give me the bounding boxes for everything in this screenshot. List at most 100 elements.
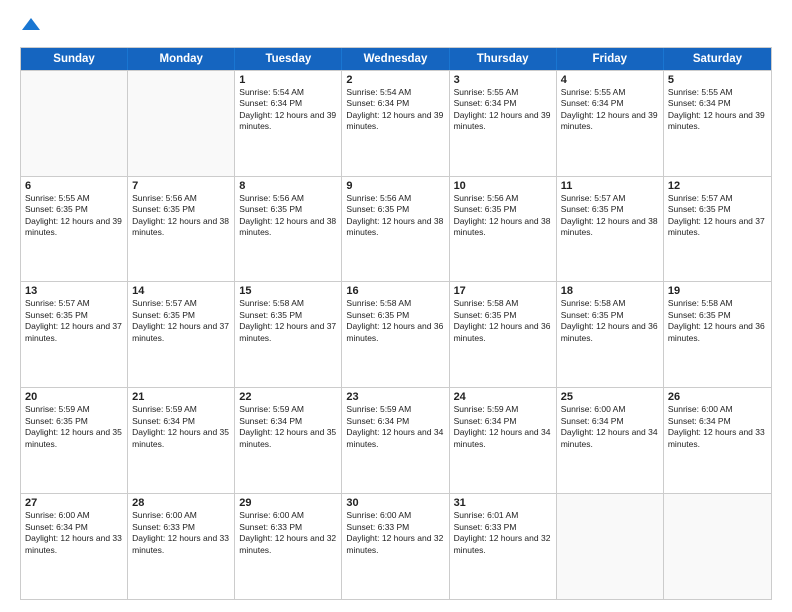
day-cell-12: 12Sunrise: 5:57 AM Sunset: 6:35 PM Dayli… — [664, 177, 771, 282]
day-cell-28: 28Sunrise: 6:00 AM Sunset: 6:33 PM Dayli… — [128, 494, 235, 599]
cell-info: Sunrise: 5:58 AM Sunset: 6:35 PM Dayligh… — [561, 298, 659, 344]
cell-info: Sunrise: 5:56 AM Sunset: 6:35 PM Dayligh… — [346, 193, 444, 239]
day-cell-8: 8Sunrise: 5:56 AM Sunset: 6:35 PM Daylig… — [235, 177, 342, 282]
day-cell-23: 23Sunrise: 5:59 AM Sunset: 6:34 PM Dayli… — [342, 388, 449, 493]
cell-info: Sunrise: 5:55 AM Sunset: 6:34 PM Dayligh… — [668, 87, 767, 133]
cell-info: Sunrise: 5:57 AM Sunset: 6:35 PM Dayligh… — [25, 298, 123, 344]
cell-info: Sunrise: 5:56 AM Sunset: 6:35 PM Dayligh… — [454, 193, 552, 239]
day-cell-20: 20Sunrise: 5:59 AM Sunset: 6:35 PM Dayli… — [21, 388, 128, 493]
day-number: 11 — [561, 180, 659, 192]
calendar-body: 1 Sunrise: 5:54 AM Sunset: 6:34 PM Daylig… — [21, 70, 771, 599]
day-number: 13 — [25, 285, 123, 297]
day-cell-7: 7Sunrise: 5:56 AM Sunset: 6:35 PM Daylig… — [128, 177, 235, 282]
day-header-friday: Friday — [557, 48, 664, 70]
day-cell-30: 30Sunrise: 6:00 AM Sunset: 6:33 PM Dayli… — [342, 494, 449, 599]
day-number: 4 — [561, 74, 659, 86]
empty-cell — [557, 494, 664, 599]
cell-info: Sunrise: 5:59 AM Sunset: 6:34 PM Dayligh… — [132, 404, 230, 450]
day-number: 26 — [668, 391, 767, 403]
day-cell-21: 21Sunrise: 5:59 AM Sunset: 6:34 PM Dayli… — [128, 388, 235, 493]
cell-info: Sunrise: 5:55 AM Sunset: 6:34 PM Dayligh… — [454, 87, 552, 133]
cell-info: Sunrise: 5:56 AM Sunset: 6:35 PM Dayligh… — [132, 193, 230, 239]
day-number: 17 — [454, 285, 552, 297]
cell-info: Sunrise: 6:00 AM Sunset: 6:33 PM Dayligh… — [346, 510, 444, 556]
day-number: 9 — [346, 180, 444, 192]
day-cell-24: 24Sunrise: 5:59 AM Sunset: 6:34 PM Dayli… — [450, 388, 557, 493]
day-number: 15 — [239, 285, 337, 297]
day-cell-27: 27Sunrise: 6:00 AM Sunset: 6:34 PM Dayli… — [21, 494, 128, 599]
day-number: 3 — [454, 74, 552, 86]
cell-info: Sunrise: 5:59 AM Sunset: 6:34 PM Dayligh… — [454, 404, 552, 450]
day-cell-22: 22Sunrise: 5:59 AM Sunset: 6:34 PM Dayli… — [235, 388, 342, 493]
cell-info: Sunrise: 5:54 AM Sunset: 6:34 PM Dayligh… — [346, 87, 444, 133]
day-header-wednesday: Wednesday — [342, 48, 449, 70]
day-number: 5 — [668, 74, 767, 86]
cell-info: Sunrise: 6:00 AM Sunset: 6:34 PM Dayligh… — [561, 404, 659, 450]
cell-info: Sunrise: 5:57 AM Sunset: 6:35 PM Dayligh… — [132, 298, 230, 344]
calendar-row-1: 1 Sunrise: 5:54 AM Sunset: 6:34 PM Daylig… — [21, 70, 771, 176]
calendar-row-4: 20Sunrise: 5:59 AM Sunset: 6:35 PM Dayli… — [21, 387, 771, 493]
cell-info: Sunrise: 5:59 AM Sunset: 6:34 PM Dayligh… — [346, 404, 444, 450]
day-number: 22 — [239, 391, 337, 403]
cell-info: Sunrise: 5:59 AM Sunset: 6:34 PM Dayligh… — [239, 404, 337, 450]
day-cell-3: 3Sunrise: 5:55 AM Sunset: 6:34 PM Daylig… — [450, 71, 557, 176]
day-cell-6: 6Sunrise: 5:55 AM Sunset: 6:35 PM Daylig… — [21, 177, 128, 282]
cell-info: Sunrise: 5:59 AM Sunset: 6:35 PM Dayligh… — [25, 404, 123, 450]
day-cell-29: 29Sunrise: 6:00 AM Sunset: 6:33 PM Dayli… — [235, 494, 342, 599]
cell-info: Sunrise: 5:58 AM Sunset: 6:35 PM Dayligh… — [346, 298, 444, 344]
day-number: 18 — [561, 285, 659, 297]
empty-cell — [664, 494, 771, 599]
day-cell-9: 9Sunrise: 5:56 AM Sunset: 6:35 PM Daylig… — [342, 177, 449, 282]
calendar-header: SundayMondayTuesdayWednesdayThursdayFrid… — [21, 48, 771, 70]
day-number: 29 — [239, 497, 337, 509]
day-cell-25: 25Sunrise: 6:00 AM Sunset: 6:34 PM Dayli… — [557, 388, 664, 493]
day-cell-5: 5Sunrise: 5:55 AM Sunset: 6:34 PM Daylig… — [664, 71, 771, 176]
header — [20, 16, 772, 39]
day-number: 16 — [346, 285, 444, 297]
day-number: 23 — [346, 391, 444, 403]
day-number: 10 — [454, 180, 552, 192]
day-cell-16: 16Sunrise: 5:58 AM Sunset: 6:35 PM Dayli… — [342, 282, 449, 387]
day-cell-19: 19Sunrise: 5:58 AM Sunset: 6:35 PM Dayli… — [664, 282, 771, 387]
day-header-sunday: Sunday — [21, 48, 128, 70]
day-cell-11: 11Sunrise: 5:57 AM Sunset: 6:35 PM Dayli… — [557, 177, 664, 282]
day-number: 25 — [561, 391, 659, 403]
cell-info: Sunrise: 5:58 AM Sunset: 6:35 PM Dayligh… — [239, 298, 337, 344]
cell-info: Sunrise: 5:55 AM Sunset: 6:34 PM Dayligh… — [561, 87, 659, 133]
cell-info: Sunrise: 5:55 AM Sunset: 6:35 PM Dayligh… — [25, 193, 123, 239]
day-number: 19 — [668, 285, 767, 297]
cell-info: Sunrise: 5:57 AM Sunset: 6:35 PM Dayligh… — [561, 193, 659, 239]
cell-info: Sunrise: 5:58 AM Sunset: 6:35 PM Dayligh… — [454, 298, 552, 344]
day-number: 28 — [132, 497, 230, 509]
day-header-monday: Monday — [128, 48, 235, 70]
day-number: 7 — [132, 180, 230, 192]
day-cell-17: 17Sunrise: 5:58 AM Sunset: 6:35 PM Dayli… — [450, 282, 557, 387]
day-number: 14 — [132, 285, 230, 297]
calendar: SundayMondayTuesdayWednesdayThursdayFrid… — [20, 47, 772, 600]
day-cell-31: 31Sunrise: 6:01 AM Sunset: 6:33 PM Dayli… — [450, 494, 557, 599]
calendar-row-3: 13Sunrise: 5:57 AM Sunset: 6:35 PM Dayli… — [21, 281, 771, 387]
day-number: 20 — [25, 391, 123, 403]
cell-info: Sunrise: 5:57 AM Sunset: 6:35 PM Dayligh… — [668, 193, 767, 239]
day-number: 8 — [239, 180, 337, 192]
calendar-row-2: 6Sunrise: 5:55 AM Sunset: 6:35 PM Daylig… — [21, 176, 771, 282]
logo-icon — [22, 16, 40, 34]
logo — [20, 16, 40, 39]
day-header-tuesday: Tuesday — [235, 48, 342, 70]
day-cell-10: 10Sunrise: 5:56 AM Sunset: 6:35 PM Dayli… — [450, 177, 557, 282]
day-cell-4: 4Sunrise: 5:55 AM Sunset: 6:34 PM Daylig… — [557, 71, 664, 176]
day-number: 31 — [454, 497, 552, 509]
day-cell-18: 18Sunrise: 5:58 AM Sunset: 6:35 PM Dayli… — [557, 282, 664, 387]
day-number: 1 — [239, 74, 337, 86]
cell-info: Sunrise: 6:00 AM Sunset: 6:33 PM Dayligh… — [132, 510, 230, 556]
day-cell-13: 13Sunrise: 5:57 AM Sunset: 6:35 PM Dayli… — [21, 282, 128, 387]
day-number: 6 — [25, 180, 123, 192]
day-header-saturday: Saturday — [664, 48, 771, 70]
day-number: 12 — [668, 180, 767, 192]
day-cell-2: 2Sunrise: 5:54 AM Sunset: 6:34 PM Daylig… — [342, 71, 449, 176]
cell-info: Sunrise: 5:58 AM Sunset: 6:35 PM Dayligh… — [668, 298, 767, 344]
day-header-thursday: Thursday — [450, 48, 557, 70]
cell-info: Sunrise: 6:01 AM Sunset: 6:33 PM Dayligh… — [454, 510, 552, 556]
cell-info: Sunrise: 5:56 AM Sunset: 6:35 PM Dayligh… — [239, 193, 337, 239]
day-number: 30 — [346, 497, 444, 509]
